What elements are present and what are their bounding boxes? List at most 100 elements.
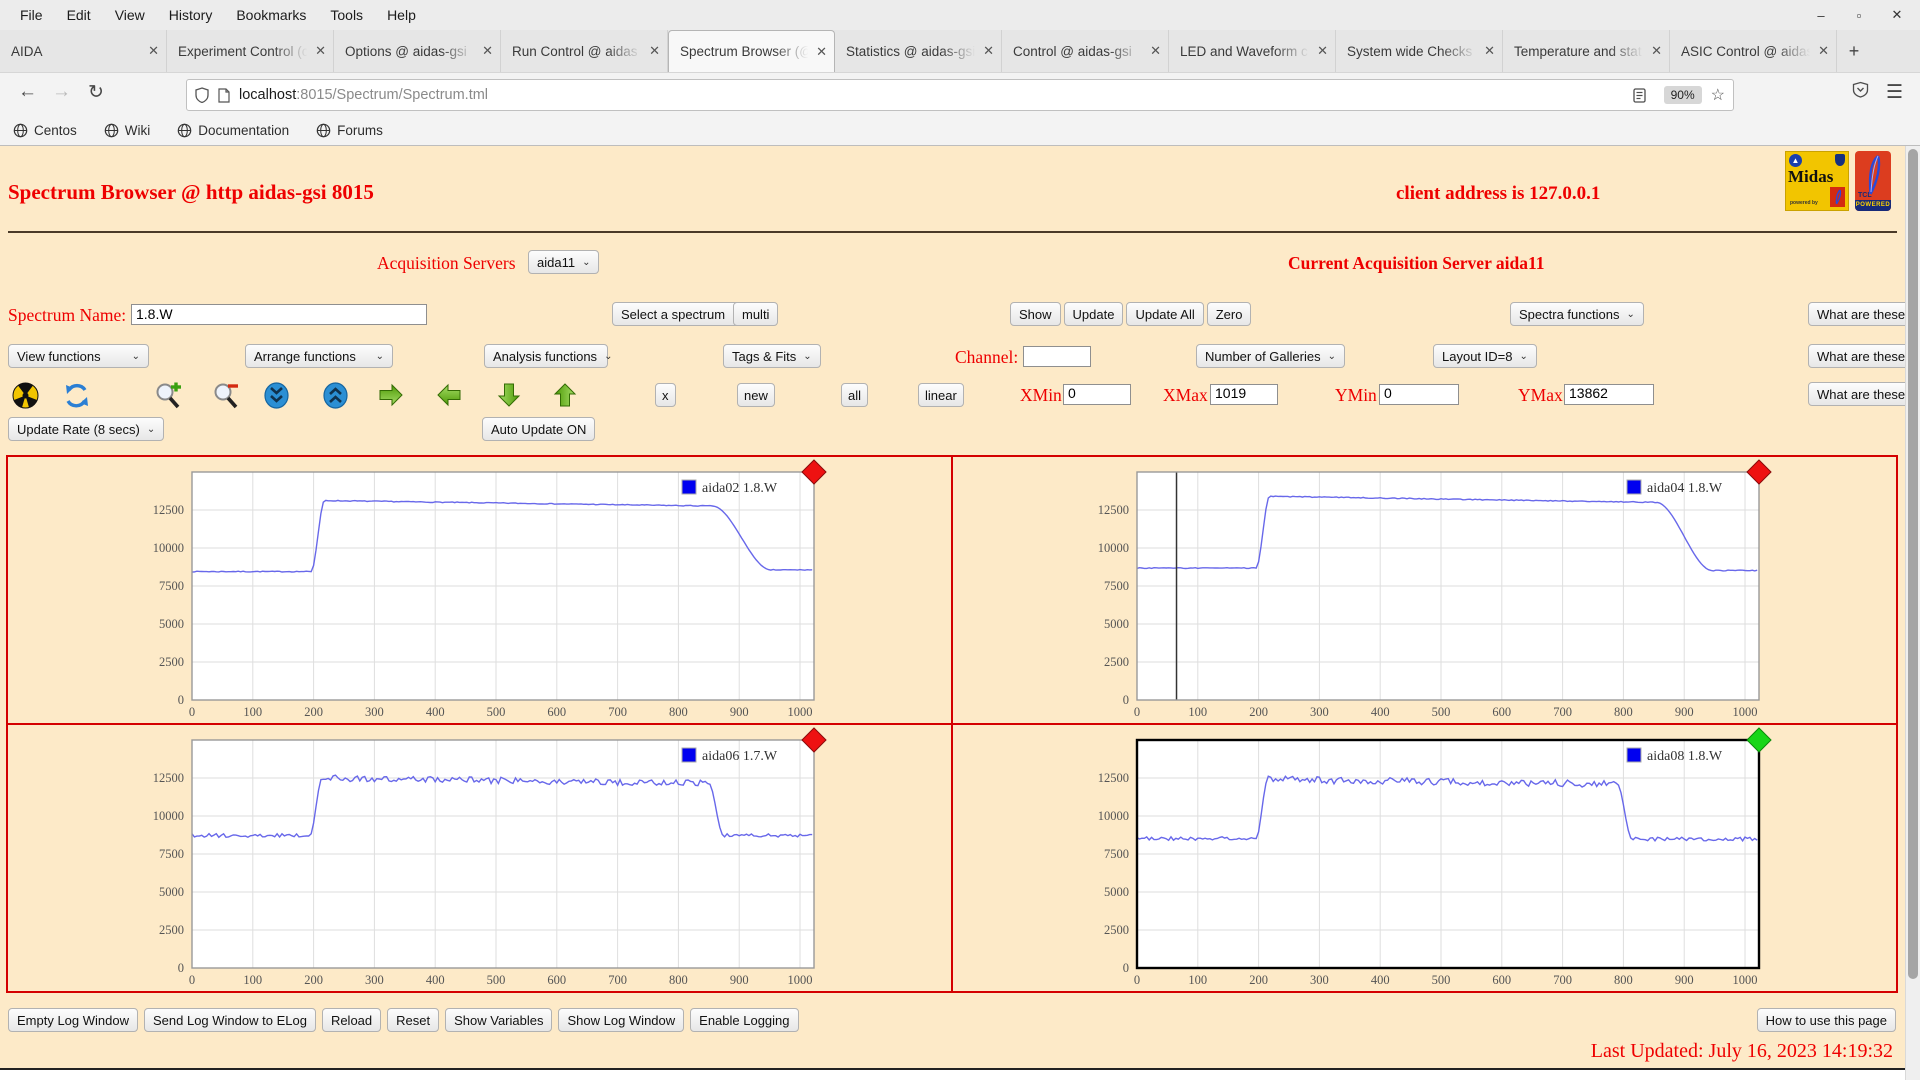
tab-temperature-and-stat[interactable]: Temperature and stat ✕ bbox=[1503, 30, 1670, 72]
spectrum-name-input[interactable]: 1.8.W bbox=[131, 304, 427, 325]
view-functions-dropdown[interactable]: View functions ⌄ bbox=[8, 344, 149, 368]
pan-right-icon[interactable] bbox=[435, 382, 463, 413]
layout-id-dropdown[interactable]: Layout ID=8 ⌄ bbox=[1433, 344, 1537, 368]
midas-logo[interactable]: ▲ Midas powered by bbox=[1785, 151, 1849, 211]
tab-asic-control-aidas[interactable]: ASIC Control @ aidas ✕ bbox=[1670, 30, 1837, 72]
tab-close-icon[interactable]: ✕ bbox=[143, 43, 159, 59]
select-spectrum-dropdown[interactable]: Select a spectrum⌄ bbox=[612, 302, 750, 326]
forward-button[interactable]: → bbox=[52, 81, 71, 103]
linear-button[interactable]: linear bbox=[918, 383, 964, 407]
tab-close-icon[interactable]: ✕ bbox=[1312, 43, 1328, 59]
send-log-window-to-elog-button[interactable]: Send Log Window to ELog bbox=[144, 1008, 316, 1032]
zero-spectrum-icon[interactable] bbox=[12, 382, 39, 414]
scrollbar-thumb[interactable] bbox=[1908, 149, 1918, 979]
spectrum-chart-aida06[interactable]: 0 100 200 300 400 500 600 700 800 900 1000 0 2500 500… bbox=[8, 725, 951, 991]
tags-fits-dropdown[interactable]: Tags & Fits ⌄ bbox=[723, 344, 821, 368]
reset-button[interactable]: Reset bbox=[387, 1008, 440, 1032]
pocket-icon[interactable] bbox=[1852, 81, 1869, 104]
what-are-these-button-1[interactable]: What are these? bbox=[1808, 302, 1920, 326]
xmin-input[interactable]: 0 bbox=[1063, 384, 1131, 405]
spectra-functions-dropdown[interactable]: Spectra functions ⌄ bbox=[1510, 302, 1644, 326]
reader-mode-icon[interactable] bbox=[1632, 87, 1646, 103]
spectrum-chart-aida08[interactable]: 0 100 200 300 400 500 600 700 800 900 1000 0 2500 500… bbox=[953, 725, 1896, 991]
analysis-functions-dropdown[interactable]: Analysis functions ⌄ bbox=[484, 344, 612, 368]
menu-file[interactable]: File bbox=[8, 7, 55, 23]
minimize-icon[interactable]: – bbox=[1814, 8, 1828, 23]
scroll-down-icon[interactable] bbox=[264, 382, 289, 414]
url-bar[interactable]: localhost:8015/Spectrum/Spectrum.tml 90%… bbox=[186, 79, 1734, 111]
number-of-galleries-dropdown[interactable]: Number of Galleries ⌄ bbox=[1196, 344, 1345, 368]
tab-control-aidas-gsi[interactable]: Control @ aidas-gsi ✕ bbox=[1002, 30, 1169, 72]
tab-statistics-aidas-gsi[interactable]: Statistics @ aidas-gsi ✕ bbox=[835, 30, 1002, 72]
tab-close-icon[interactable]: ✕ bbox=[310, 43, 326, 59]
empty-log-window-button[interactable]: Empty Log Window bbox=[8, 1008, 138, 1032]
all-button[interactable]: all bbox=[841, 383, 869, 407]
scrollbar[interactable] bbox=[1905, 146, 1920, 1080]
auto-update-button[interactable]: Auto Update ON bbox=[482, 417, 596, 441]
how-to-use-button[interactable]: How to use this page bbox=[1756, 1008, 1896, 1032]
tab-spectrum-browser[interactable]: Spectrum Browser (@ ✕ bbox=[668, 30, 835, 72]
tab-close-icon[interactable]: ✕ bbox=[1479, 43, 1495, 59]
zoom-in-icon[interactable] bbox=[153, 382, 183, 415]
tab-close-icon[interactable]: ✕ bbox=[978, 43, 994, 59]
tab-experiment-control-c[interactable]: Experiment Control (c ✕ bbox=[167, 30, 334, 72]
tab-options-aidas-gsi[interactable]: Options @ aidas-gsi ✕ bbox=[334, 30, 501, 72]
back-button[interactable]: ← bbox=[18, 81, 37, 103]
show-log-window-button[interactable]: Show Log Window bbox=[558, 1008, 685, 1032]
refresh-icon[interactable] bbox=[63, 382, 91, 414]
ymax-input[interactable]: 13862 bbox=[1564, 384, 1654, 405]
bookmark-forums[interactable]: Forums bbox=[316, 123, 383, 138]
bookmark-documentation[interactable]: Documentation bbox=[177, 123, 289, 138]
zoom-level-badge[interactable]: 90% bbox=[1663, 86, 1702, 104]
pan-up-icon[interactable] bbox=[495, 382, 523, 413]
show-variables-button[interactable]: Show Variables bbox=[445, 1008, 553, 1032]
maximize-icon[interactable]: ▫ bbox=[1852, 8, 1866, 23]
tcl-powered-logo[interactable]: TCL POWERED bbox=[1855, 151, 1891, 211]
arrange-functions-dropdown[interactable]: Arrange functions ⌄ bbox=[245, 344, 393, 368]
acquisition-server-select[interactable]: aida11 ⌄ bbox=[528, 250, 600, 274]
spectrum-chart-aida04[interactable]: 0 100 200 300 400 500 600 700 800 900 1000 0 2500 500… bbox=[953, 457, 1896, 723]
xmax-input[interactable]: 1019 bbox=[1210, 384, 1278, 405]
menu-tools[interactable]: Tools bbox=[318, 7, 375, 23]
scroll-up-icon[interactable] bbox=[323, 382, 348, 414]
tab-aida[interactable]: AIDA ✕ bbox=[0, 30, 167, 72]
what-are-these-button-3[interactable]: What are these? bbox=[1808, 382, 1920, 406]
new-button[interactable]: new bbox=[737, 383, 775, 407]
multi-button[interactable]: multi bbox=[733, 302, 779, 326]
zoom-out-icon[interactable] bbox=[211, 382, 241, 415]
update-rate-dropdown[interactable]: Update Rate (8 secs) ⌄ bbox=[8, 417, 165, 441]
ymin-input[interactable]: 0 bbox=[1379, 384, 1459, 405]
tab-system-wide-checks[interactable]: System wide Checks ✕ bbox=[1336, 30, 1503, 72]
tab-close-icon[interactable]: ✕ bbox=[1145, 43, 1161, 59]
x-button[interactable]: x bbox=[655, 383, 676, 407]
update-button[interactable]: Update bbox=[1063, 302, 1124, 326]
menu-bookmarks[interactable]: Bookmarks bbox=[224, 7, 318, 23]
close-icon[interactable]: ✕ bbox=[1890, 7, 1904, 23]
shield-icon[interactable] bbox=[195, 87, 209, 103]
reload-button[interactable]: ↻ bbox=[88, 81, 104, 104]
menu-edit[interactable]: Edit bbox=[55, 7, 103, 23]
bookmark-wiki[interactable]: Wiki bbox=[104, 123, 150, 138]
tab-run-control-aidas[interactable]: Run Control @ aidas ✕ bbox=[501, 30, 668, 72]
tab-led-and-waveform-c[interactable]: LED and Waveform c ✕ bbox=[1169, 30, 1336, 72]
channel-input[interactable] bbox=[1023, 346, 1091, 367]
enable-logging-button[interactable]: Enable Logging bbox=[690, 1008, 799, 1032]
bookmark-centos[interactable]: Centos bbox=[13, 123, 77, 138]
tab-close-icon[interactable]: ✕ bbox=[1646, 43, 1662, 59]
show-button[interactable]: Show bbox=[1010, 302, 1061, 326]
pan-left-icon[interactable] bbox=[377, 382, 405, 413]
new-tab-button[interactable]: + bbox=[1837, 30, 1871, 72]
menu-help[interactable]: Help bbox=[375, 7, 428, 23]
what-are-these-button-2[interactable]: What are these? bbox=[1808, 344, 1920, 368]
pan-down-icon[interactable] bbox=[551, 382, 579, 413]
menu-history[interactable]: History bbox=[157, 7, 225, 23]
menu-hamburger-icon[interactable]: ☰ bbox=[1886, 81, 1903, 104]
menu-view[interactable]: View bbox=[103, 7, 157, 23]
tab-close-icon[interactable]: ✕ bbox=[477, 43, 493, 59]
tab-close-icon[interactable]: ✕ bbox=[1813, 43, 1829, 59]
tab-close-icon[interactable]: ✕ bbox=[811, 44, 827, 60]
update-all-button[interactable]: Update All bbox=[1126, 302, 1204, 326]
bookmark-star-icon[interactable]: ☆ bbox=[1711, 85, 1725, 105]
tab-close-icon[interactable]: ✕ bbox=[644, 43, 660, 59]
spectrum-chart-aida02[interactable]: 0 100 200 300 400 500 600 700 800 900 1000 0 2500 500… bbox=[8, 457, 951, 723]
